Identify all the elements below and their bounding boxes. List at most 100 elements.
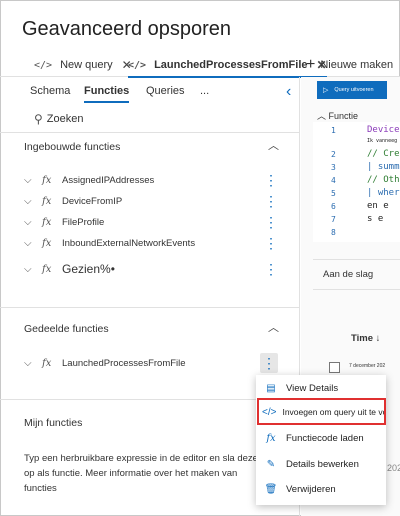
fx-icon: fx [42,174,52,186]
year-fragment: 202 [387,463,400,473]
line-number: 2 [331,150,336,159]
fx-icon: fx [266,432,276,444]
chevron-up-icon[interactable]: ︿ [268,137,279,153]
function-item[interactable]: ⌵ fx InboundExternalNetworkEvents [24,235,274,251]
code-line: | summ [367,162,400,172]
function-name: FileProfile [62,216,105,228]
chevron-up-icon: ︿ [317,111,329,121]
tab-launched-processes[interactable]: </> LaunchedProcessesFromFile ✕ [128,53,327,78]
search-icon: ⚲ [34,112,43,126]
functions-panel: Schema Functies Queries ... ‹ ⚲ Zoeken I… [0,77,300,516]
line-number: 8 [331,228,336,237]
my-functions-title: Mijn functies [24,417,83,429]
menu-item-delete[interactable]: 🗑 Verwijderen [262,478,384,500]
function-item[interactable]: ⌵ fx AssignedIPAddresses [24,172,274,188]
line-number: 6 [331,202,336,211]
line-number: 1 [331,126,336,135]
function-item[interactable]: ⌵ fx FileProfile [24,214,274,230]
page-title: Geavanceerd opsporen [22,18,232,40]
search-label: Zoeken [46,113,84,125]
search-box[interactable]: ⚲ Zoeken [34,112,84,126]
more-options-icon[interactable]: ⋮ [264,214,278,231]
collapse-panel-icon[interactable]: ‹ [286,83,291,101]
function-label: Functie [328,111,359,121]
create-new-label: Nieuwe maken [320,59,394,71]
tab-functions[interactable]: Functies [84,85,130,103]
menu-item-label: Functiecode laden [286,432,364,444]
play-icon: ▷ [323,87,329,94]
function-context-menu: ▤ View Details </> Invoegen om query uit… [256,375,386,505]
tab-label: New query [60,59,113,71]
view-details-icon: ▤ [266,382,276,394]
my-functions-description: Typ een herbruikbare expressie in de edi… [24,453,258,494]
more-options-icon[interactable]: ⋮ [260,353,278,373]
divider [0,132,300,133]
menu-item-label: Verwijderen [286,483,336,495]
date-cell: 7 december 202 [349,363,386,369]
chevron-down-icon[interactable]: ⌵ [24,264,42,275]
code-line: Ik vanneeg [367,138,398,144]
query-tabbar: </> New query ✕ </> LaunchedProcessesFro… [0,53,400,78]
chevron-down-icon[interactable]: ⌵ [24,196,42,207]
tab-more[interactable]: ... [200,85,209,97]
chevron-down-icon[interactable]: ⌵ [24,175,42,186]
tab-queries[interactable]: Queries [146,85,185,97]
delete-icon: 🗑 [264,483,278,495]
code-line: en e [367,201,389,211]
builtin-functions-title: Ingebouwde functies [24,141,121,153]
more-options-icon[interactable]: ⋮ [264,193,278,210]
row-checkbox[interactable] [329,362,340,373]
line-number: 3 [331,163,336,172]
menu-item-label: View Details [286,382,339,394]
run-query-label: Query uitvoeren [334,87,374,93]
more-options-icon[interactable]: ⋮ [264,235,278,252]
function-item[interactable]: ⌵ fx LaunchedProcessesFromFile [24,355,274,371]
plus-icon: + [306,56,316,73]
menu-item-edit-details[interactable]: ✎ Details bewerken [262,453,384,475]
run-query-button[interactable]: ▷ Query uitvoeren [317,81,387,99]
divider [0,307,300,308]
edit-details-icon: ✎ [266,458,276,470]
chevron-down-icon[interactable]: ⌵ [24,238,42,249]
create-new-button[interactable]: + Nieuwe maken [306,53,393,77]
more-options-icon[interactable]: ⋮ [264,172,278,189]
code-line: // Oth [367,175,400,185]
chevron-up-icon[interactable]: ︿ [268,319,279,335]
divider [313,259,400,260]
function-section-label[interactable]: ︿ Functie [317,109,358,122]
fx-icon: fx [42,237,52,249]
function-name: AssignedIPAddresses [62,174,155,186]
highlight-box [257,398,386,425]
tab-schema[interactable]: Schema [30,85,70,97]
code-icon: </> [34,59,53,71]
time-column-header[interactable]: Time ↓ [351,333,380,344]
function-name: InboundExternalNetworkEvents [62,237,196,249]
menu-item-load-function-code[interactable]: fx Functiecode laden [262,427,384,449]
shared-functions-title: Gedeelde functies [24,323,109,335]
function-name: Gezien%• [62,262,115,276]
menu-item-label: Details bewerken [286,458,359,470]
chevron-down-icon[interactable]: ⌵ [24,217,42,228]
fx-icon: fx [42,263,52,275]
line-number: 5 [331,189,336,198]
code-line: Device [367,125,400,135]
fx-icon: fx [42,216,52,228]
function-name: DeviceFromIP [62,195,123,207]
function-item[interactable]: ⌵ fx DeviceFromIP [24,193,274,209]
menu-item-view-details[interactable]: ▤ View Details [262,377,384,399]
line-number: 7 [331,215,336,224]
divider [0,399,300,400]
fx-icon: fx [42,357,52,369]
code-line: // Cre [367,149,400,159]
code-line: | wher [367,188,400,198]
chevron-down-icon[interactable]: ⌵ [24,358,42,369]
tab-new-query[interactable]: </> New query ✕ [34,53,132,77]
code-editor[interactable]: 1 Device Ik vanneeg 2 // Cre 3 | summ 4 … [313,122,400,242]
more-options-icon[interactable]: ⋮ [264,261,278,278]
getting-started-tab[interactable]: Aan de slag [323,269,373,280]
line-number: 4 [331,176,336,185]
tab-label: LaunchedProcessesFromFile [154,59,308,71]
code-icon: </> [128,59,147,71]
divider [313,289,400,290]
function-item[interactable]: ⌵ fx Gezien%• [24,261,274,277]
